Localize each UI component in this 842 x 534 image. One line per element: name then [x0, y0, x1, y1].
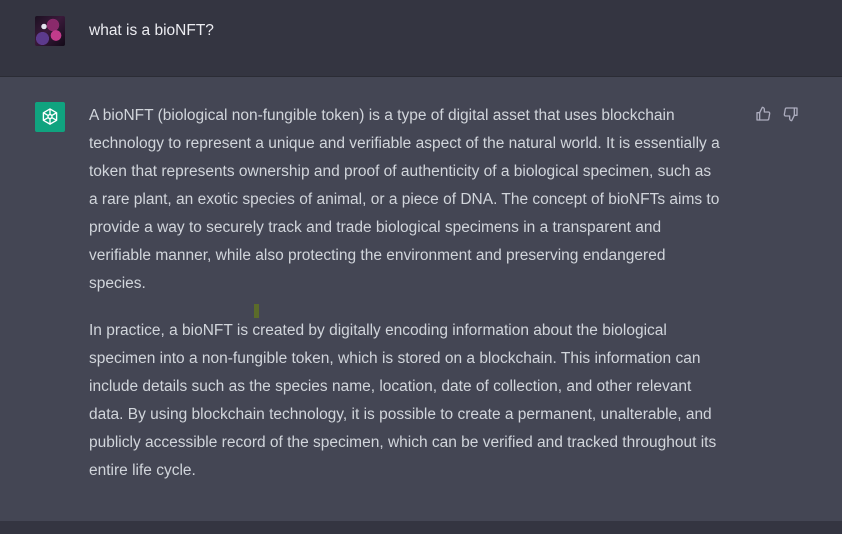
assistant-answer: A bioNFT (biological non-fungible token)… [89, 102, 744, 504]
user-message-row: what is a bioNFT? [0, 0, 842, 77]
bottom-input-area [0, 521, 842, 534]
thumbs-up-icon[interactable] [754, 105, 772, 123]
assistant-message-row: A bioNFT (biological non-fungible token)… [0, 77, 842, 521]
answer-paragraph: A bioNFT (biological non-fungible token)… [89, 107, 720, 292]
thumbs-down-icon[interactable] [782, 105, 800, 123]
answer-paragraph: In practice, a bioNFT is created by digi… [89, 322, 717, 479]
feedback-buttons [754, 105, 800, 123]
text-cursor-marker [254, 304, 259, 318]
openai-logo-icon [35, 102, 65, 132]
user-message-text: what is a bioNFT? [89, 22, 214, 39]
user-avatar [35, 16, 65, 46]
